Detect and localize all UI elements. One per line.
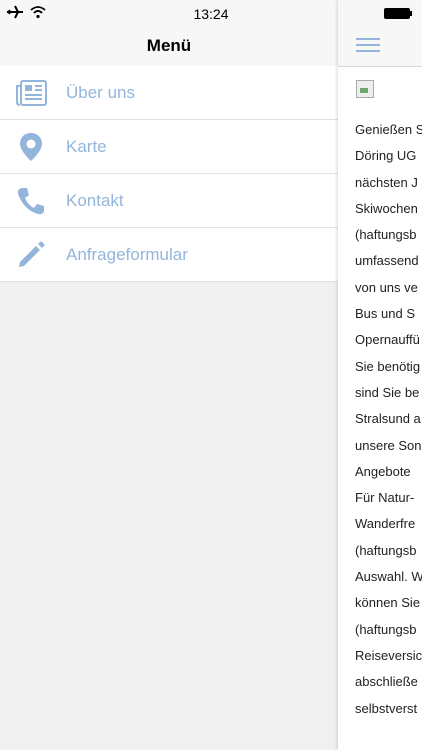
main-content-panel[interactable]: Genießen S Döring UG nächsten J Skiwoche… (338, 0, 422, 750)
content-status-bar (338, 0, 422, 26)
text-line: Wanderfre (355, 516, 416, 532)
text-line: Skiwochen (355, 200, 418, 216)
text-line: Bus und S (355, 306, 415, 322)
broken-image-icon (356, 80, 374, 98)
menu-item-label: Über uns (66, 82, 135, 102)
content-navbar (338, 26, 422, 67)
text-line: Angebote (355, 463, 411, 479)
menu-item-karte[interactable]: Karte (0, 120, 338, 174)
battery-icon (384, 8, 410, 19)
drawer-title: Menü (146, 36, 192, 55)
text-line: Auswahl. W (355, 569, 422, 585)
text-line: (haftungsb (355, 542, 417, 558)
text-line: von uns ve (355, 279, 418, 295)
hamburger-icon[interactable] (356, 35, 380, 55)
text-line: Opernauffü (355, 332, 420, 348)
text-line: Sie benötig (355, 358, 421, 374)
phone-icon (15, 185, 47, 217)
menu-list: Über uns Karte Kontakt Anfrageformular (0, 66, 338, 282)
location-pin-icon (15, 131, 47, 163)
menu-item-kontakt[interactable]: Kontakt (0, 174, 338, 228)
text-line: unsere Son (355, 437, 422, 453)
text-line: Für Natur- (355, 490, 415, 506)
text-line: können Sie (355, 595, 421, 611)
text-line: (haftungsb (355, 227, 417, 243)
content-text: Genießen S Döring UG nächsten J Skiwoche… (355, 121, 422, 726)
menu-item-label: Karte (66, 136, 107, 156)
pencil-icon (15, 239, 47, 271)
text-line: selbstverst (355, 700, 418, 716)
side-menu-drawer: 13:24 Menü Über uns Karte Kontakt Anfrag… (0, 0, 338, 750)
text-line: nächsten J (355, 174, 418, 190)
drawer-navbar: Menü (0, 26, 338, 67)
menu-item-label: Kontakt (66, 190, 124, 210)
menu-item-label: Anfrageformular (66, 244, 188, 264)
text-line: Genießen S (355, 122, 422, 137)
text-line: Reiseversic (355, 647, 422, 663)
text-line: sind Sie be (355, 384, 420, 400)
menu-item-anfrageformular[interactable]: Anfrageformular (0, 228, 338, 282)
battery-tip (410, 11, 412, 16)
menu-item-ueber-uns[interactable]: Über uns (0, 66, 338, 120)
text-line: Döring UG (355, 148, 417, 164)
newspaper-icon (15, 77, 47, 109)
text-line: abschließe (355, 674, 418, 690)
text-line: umfassend (355, 253, 419, 269)
text-line: Stralsund a (355, 411, 421, 427)
text-line: (haftungsb (355, 621, 417, 637)
